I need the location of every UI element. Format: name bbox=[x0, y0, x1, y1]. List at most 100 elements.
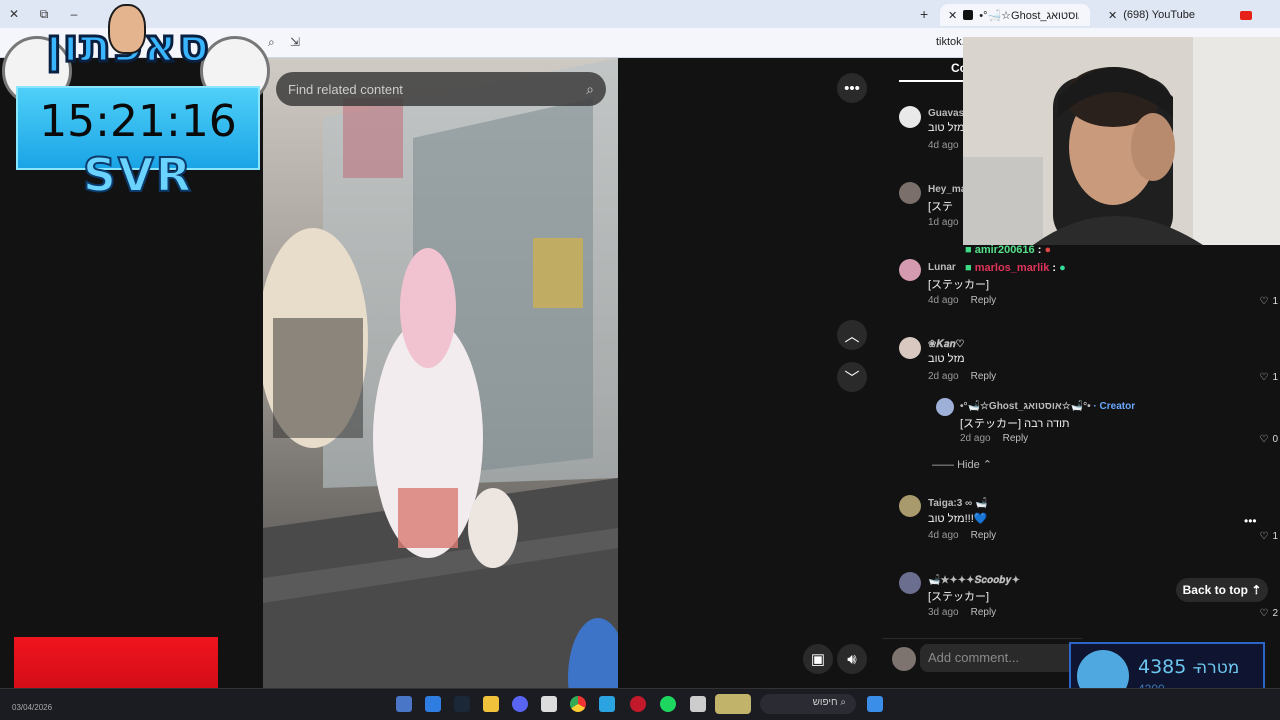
comment-meta: 4d ago Reply bbox=[928, 295, 996, 306]
comment-time: 2d ago bbox=[960, 433, 991, 444]
taskbar-search[interactable]: חיפוש ⌕ bbox=[760, 694, 856, 714]
chat-badge-icon: ■ bbox=[965, 244, 972, 256]
heart-icon: ♡ bbox=[1259, 608, 1269, 619]
like-count: 2 bbox=[1272, 608, 1278, 619]
like-button[interactable]: ♡ 1 bbox=[1259, 531, 1278, 542]
windows-start-icon[interactable] bbox=[867, 696, 883, 712]
like-count: 1 bbox=[1272, 372, 1278, 383]
like-count: 0 bbox=[1272, 434, 1278, 445]
telegram-icon[interactable] bbox=[599, 696, 615, 712]
avatar[interactable] bbox=[899, 259, 921, 281]
comment-more-icon[interactable]: ••• bbox=[1244, 514, 1257, 528]
app-icon[interactable] bbox=[630, 696, 646, 712]
close-tab-icon[interactable]: ✕ bbox=[948, 9, 957, 22]
comment-text: מזל טוב bbox=[928, 353, 965, 365]
volume-button[interactable]: 🔊︎ bbox=[837, 644, 867, 674]
reply-button[interactable]: Reply bbox=[971, 607, 997, 618]
video-frame-image bbox=[263, 58, 618, 688]
like-button[interactable]: ♡ 1 bbox=[1259, 296, 1278, 307]
avatar[interactable] bbox=[899, 572, 921, 594]
zoom-icon[interactable]: ⌕ bbox=[268, 35, 275, 50]
hide-replies-button[interactable]: —— Hide ⌃ bbox=[932, 458, 992, 471]
tiktok-favicon-icon bbox=[963, 10, 974, 20]
reply-button[interactable]: Reply bbox=[971, 295, 997, 306]
like-button[interactable]: ♡ 0 bbox=[1259, 434, 1278, 445]
comment-text: מזל טוב bbox=[928, 122, 965, 134]
avatar[interactable] bbox=[899, 182, 921, 204]
file-explorer-icon[interactable] bbox=[483, 696, 499, 712]
photos-icon[interactable] bbox=[425, 696, 441, 712]
picture-in-picture-icon: ▣ bbox=[810, 651, 826, 668]
app-icon[interactable] bbox=[690, 696, 706, 712]
avatar[interactable] bbox=[899, 106, 921, 128]
app-icon[interactable] bbox=[541, 696, 557, 712]
comment-text: [ステッカー] bbox=[928, 591, 990, 603]
video-player[interactable] bbox=[263, 58, 618, 688]
chevron-down-icon: ﹀ bbox=[844, 369, 860, 387]
heart-icon: ♡ bbox=[1259, 434, 1269, 445]
clock-time: 15:21:16 bbox=[39, 96, 237, 147]
like-button[interactable]: ♡ 2 bbox=[1259, 608, 1278, 619]
tab-label: •°🛁☆Ghost_אוסטואג☆🛁°• bbox=[979, 9, 1079, 22]
volume-icon: 🔊︎ bbox=[847, 650, 857, 668]
stream-chat: ■ amir200616 : ● ■ marlos_marlik : ● bbox=[965, 244, 1165, 280]
webcam-image bbox=[963, 37, 1280, 245]
discord-icon[interactable] bbox=[512, 696, 528, 712]
tab-tiktok[interactable]: ✕ •°🛁☆Ghost_אוסטואג☆🛁°• bbox=[940, 4, 1090, 26]
close-tab-icon[interactable]: ✕ bbox=[1108, 9, 1117, 22]
reply-button[interactable]: Reply bbox=[1003, 433, 1029, 444]
next-video-button[interactable]: ﹀ bbox=[837, 362, 867, 392]
hide-label: Hide bbox=[957, 459, 980, 471]
comment-time: 4d ago bbox=[928, 295, 959, 306]
comment-username[interactable]: Taiga:3 ∞ 🛁 bbox=[928, 498, 987, 509]
comment-time: 4d ago bbox=[928, 140, 959, 151]
taskbar-search-label: חיפוש bbox=[812, 697, 838, 708]
chrome-icon[interactable] bbox=[570, 696, 586, 712]
chat-separator: : bbox=[1037, 244, 1042, 256]
heart-icon: ♡ bbox=[1259, 296, 1269, 307]
like-button[interactable]: ♡ 1 bbox=[1259, 372, 1278, 383]
add-comment-input[interactable]: Add comment... bbox=[920, 644, 1070, 672]
back-to-top-button[interactable]: Back to top ⇡ bbox=[1176, 578, 1268, 602]
pip-button[interactable]: ▣ bbox=[803, 644, 833, 674]
heart-icon: ♡ bbox=[1259, 372, 1269, 383]
chat-username: marlos_marlik bbox=[974, 262, 1050, 274]
avatar[interactable] bbox=[899, 337, 921, 359]
cartoon-mascot-icon bbox=[108, 4, 146, 54]
more-options-button[interactable]: ••• bbox=[837, 73, 867, 103]
reply-button[interactable]: Reply bbox=[971, 530, 997, 541]
steam-icon[interactable] bbox=[454, 696, 470, 712]
comment-username[interactable]: 🛁★✦✦✦𝑺𝒄𝒐𝒐𝒃𝒚✦ bbox=[928, 575, 1020, 586]
chat-line: ■ marlos_marlik : ● bbox=[965, 262, 1165, 280]
calculator-icon[interactable] bbox=[396, 696, 412, 712]
spotify-icon[interactable] bbox=[660, 696, 676, 712]
close-window-icon[interactable]: ✕ bbox=[6, 6, 22, 22]
comment-text: מזל טוב!!!💙 bbox=[928, 513, 988, 525]
chat-emote-icon: ● bbox=[1044, 244, 1052, 256]
avatar[interactable] bbox=[936, 398, 954, 416]
clock-subtitle: SVR bbox=[82, 147, 194, 203]
new-tab-icon[interactable]: + bbox=[920, 6, 928, 22]
avatar[interactable] bbox=[899, 495, 921, 517]
comment-text: [ステ bbox=[928, 201, 954, 213]
previous-video-button[interactable]: ︿ bbox=[837, 320, 867, 350]
taskbar-date: 03/04/2026 bbox=[12, 703, 53, 712]
search-icon[interactable]: ⌕ bbox=[586, 81, 594, 98]
comment-time: 4d ago bbox=[928, 530, 959, 541]
comment-meta: 4d ago Reply bbox=[928, 530, 996, 541]
creator-badge: · Creator bbox=[1093, 401, 1136, 412]
tab-youtube[interactable]: ✕ (698) YouTube bbox=[1100, 4, 1260, 26]
search-input[interactable]: Find related content ⌕ bbox=[276, 72, 606, 106]
chat-badge-icon: ■ bbox=[965, 262, 972, 274]
comment-username[interactable]: Hey_ma bbox=[928, 184, 966, 195]
comment-time: 1d ago bbox=[928, 217, 959, 228]
reply-button[interactable]: Reply bbox=[971, 371, 997, 382]
comment-username[interactable]: ❀𝑲𝒂𝒏♡ bbox=[928, 339, 964, 350]
chat-username: amir200616 bbox=[974, 244, 1035, 256]
arrow-up-icon: ⇡ bbox=[1251, 583, 1262, 597]
comment-username[interactable]: •°🛁☆Ghost_אוסטואג☆🛁°• · Creator bbox=[960, 401, 1135, 412]
install-app-icon[interactable]: ⇲ bbox=[290, 35, 300, 49]
widgets-icon[interactable] bbox=[715, 694, 751, 714]
comment-text: [ステッカー] תודה רבה bbox=[960, 418, 1070, 430]
comment-username[interactable]: Lunar bbox=[928, 262, 956, 273]
